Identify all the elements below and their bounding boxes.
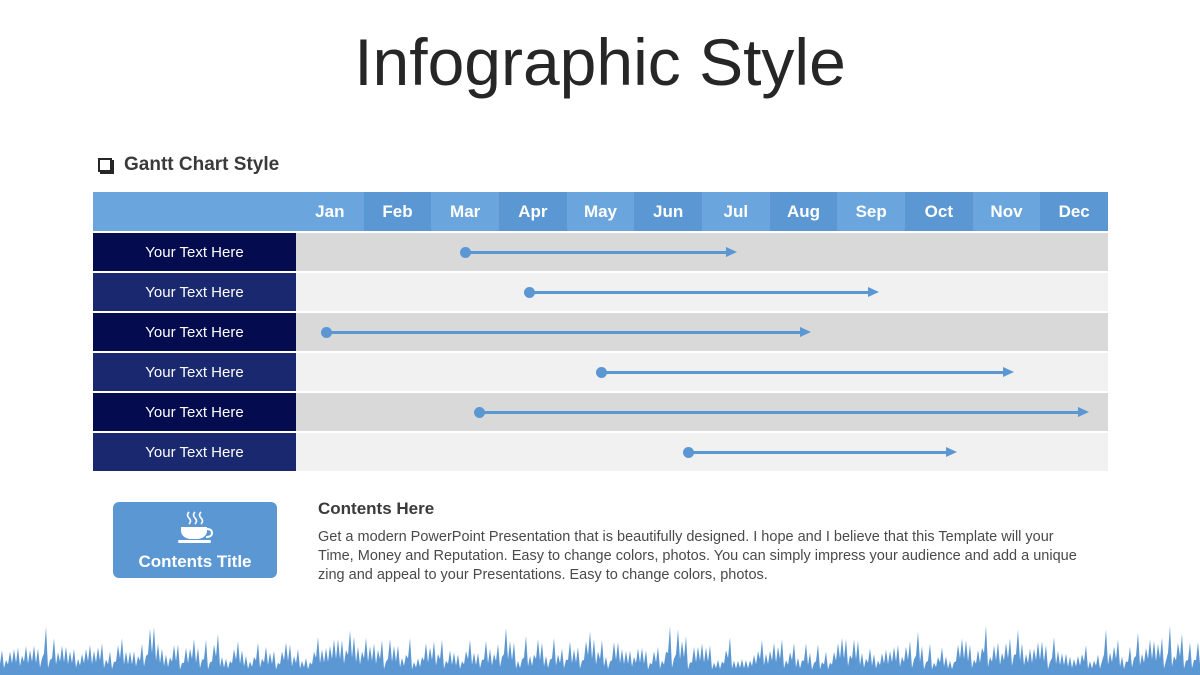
gantt-header: Jan Feb Mar Apr May Jun Jul Aug Sep Oct Nov Dec [93, 192, 1108, 231]
gantt-row-track [296, 433, 1108, 471]
month-header-feb: Feb [363, 192, 432, 231]
gantt-row-track [296, 233, 1108, 271]
gantt-task-bar [688, 451, 948, 454]
contents-body: Get a modern PowerPoint Presentation tha… [318, 529, 1077, 583]
month-header-sep: Sep [837, 192, 905, 231]
gantt-row-label: Your Text Here [93, 393, 296, 431]
gantt-row: Your Text Here [93, 233, 1108, 271]
gantt-task-start-dot [321, 327, 333, 338]
grass-decoration [0, 625, 1200, 675]
gantt-row: Your Text Here [93, 433, 1108, 471]
gantt-row-track [296, 353, 1108, 391]
slide-title: Infographic Style [354, 25, 846, 99]
gantt-task-start-dot [524, 287, 536, 298]
month-header-jun: Jun [634, 192, 702, 231]
gantt-row-label: Your Text Here [93, 233, 296, 271]
contents-heading: Contents Here [318, 499, 435, 518]
month-header-apr: Apr [499, 192, 567, 231]
contents-title-card: Contents Title [113, 502, 277, 578]
gantt-task-end-arrow [725, 247, 737, 257]
gantt-row-label: Your Text Here [93, 273, 296, 311]
gantt-task-bar [478, 411, 1080, 414]
section-heading-label: Gantt Chart Style [124, 154, 280, 175]
checkbox-icon [98, 158, 112, 172]
month-header-mar: Mar [431, 192, 499, 231]
gantt-row-track [296, 313, 1108, 351]
month-header-jul: Jul [702, 192, 770, 231]
month-header-nov: Nov [972, 192, 1041, 231]
gantt-task-end-arrow [867, 287, 879, 297]
month-header-jan: Jan [296, 192, 364, 231]
gantt-row: Your Text Here [93, 273, 1108, 311]
gantt-task-end-arrow [1077, 407, 1089, 417]
gantt-row-track [296, 273, 1108, 311]
contents-title: Contents Title [138, 552, 252, 571]
gantt-task-bar [465, 251, 728, 254]
gantt-task-end-arrow [800, 327, 812, 337]
gantt-row-label: Your Text Here [93, 313, 296, 351]
gantt-task-start-dot [473, 407, 485, 418]
gantt-task-end-arrow [945, 447, 957, 457]
section-heading: Gantt Chart Style [98, 153, 279, 177]
gantt-chart: Jan Feb Mar Apr May Jun Jul Aug Sep Oct Nov Dec You… [93, 192, 1108, 472]
month-header-dec: Dec [1040, 192, 1108, 231]
gantt-task-start-dot [683, 447, 695, 458]
gantt-row: Your Text Here [93, 313, 1108, 351]
gantt-row: Your Text Here [93, 393, 1108, 431]
gantt-task-bar [600, 371, 1006, 374]
coffee-cup-icon [178, 511, 213, 543]
gantt-row-label: Your Text Here [93, 433, 296, 471]
gantt-task-end-arrow [1003, 367, 1015, 377]
month-header-oct: Oct [905, 192, 973, 231]
gantt-task-bar [529, 291, 870, 294]
gantt-task-start-dot [460, 247, 472, 258]
gantt-task-bar [326, 331, 803, 334]
gantt-row: Your Text Here [93, 353, 1108, 391]
month-header-aug: Aug [769, 192, 838, 231]
month-header-may: May [566, 192, 635, 231]
gantt-task-start-dot [595, 367, 607, 378]
gantt-row-label: Your Text Here [93, 353, 296, 391]
gantt-row-track [296, 393, 1108, 431]
